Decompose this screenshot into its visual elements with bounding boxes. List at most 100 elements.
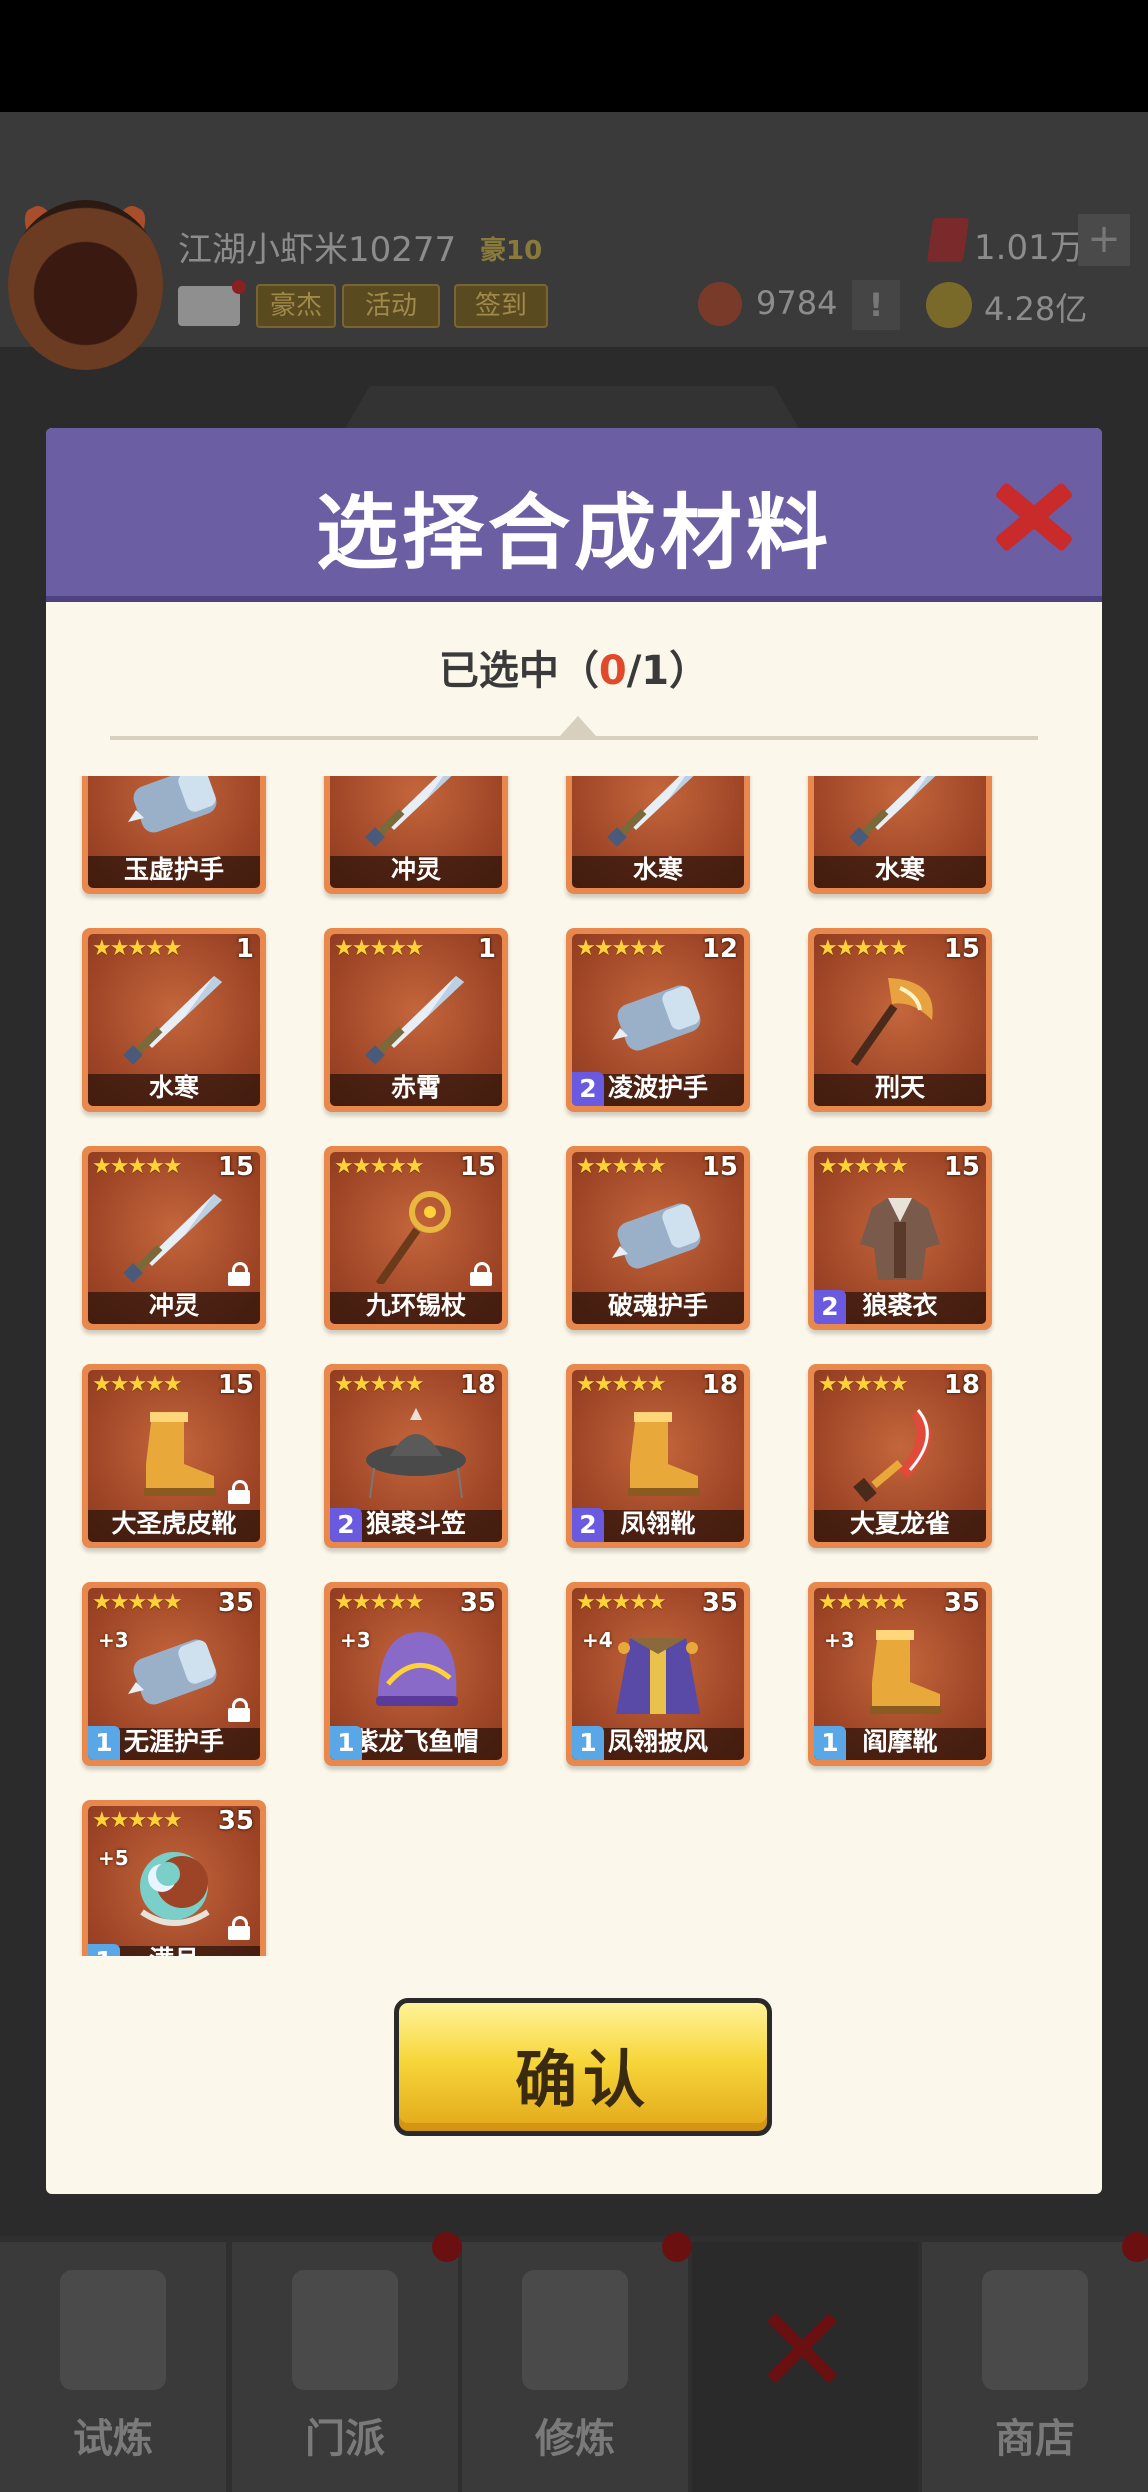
book-icon xyxy=(522,2270,628,2390)
add-diamond-button[interactable]: + xyxy=(1078,214,1130,266)
item-card[interactable]: ★★★★★ 1 赤霄 xyxy=(324,928,508,1112)
item-card-body: ★★★★★ 15 破魂护手 xyxy=(572,1152,744,1324)
item-card-body: 冲灵 xyxy=(330,776,502,888)
item-level: 18 xyxy=(701,1370,738,1400)
item-name: 水寒 xyxy=(148,1073,199,1102)
item-name: 水寒 xyxy=(632,855,683,884)
item-card-body: ★★★★★ 15 刑天 xyxy=(814,934,986,1106)
item-level: 35 xyxy=(217,1588,254,1618)
lock-icon xyxy=(470,1262,492,1286)
item-card[interactable]: ★★★★★ 15 大圣虎皮靴 xyxy=(82,1364,266,1548)
item-card-body: ★★★★★ 15 大圣虎皮靴 xyxy=(88,1370,260,1542)
gauntlet-icon xyxy=(606,970,710,1066)
alert-button[interactable]: ! xyxy=(852,280,900,330)
item-name: 刑天 xyxy=(874,1073,925,1102)
selection-suffix: /1） xyxy=(626,648,710,694)
item-card[interactable]: 水寒 xyxy=(566,776,750,894)
star-rating: ★★★★★ xyxy=(92,1808,183,1833)
divider xyxy=(110,736,1038,740)
lock-icon xyxy=(228,1916,250,1940)
star-rating: ★★★★★ xyxy=(334,1590,425,1615)
item-card[interactable]: 冲灵 xyxy=(324,776,508,894)
star-rating: ★★★★★ xyxy=(92,936,183,961)
lock-icon xyxy=(228,1262,250,1286)
item-card[interactable]: 水寒 xyxy=(808,776,992,894)
notification-dot xyxy=(662,2232,692,2262)
gauntlet-icon xyxy=(606,1188,710,1284)
item-card[interactable]: ★★★★★ 18 大夏龙雀 xyxy=(808,1364,992,1548)
item-name: 大圣虎皮靴 xyxy=(111,1509,237,1538)
item-card-body: 玉虚护手 xyxy=(88,776,260,888)
star-rating: ★★★★★ xyxy=(818,936,909,961)
star-rating: ★★★★★ xyxy=(92,1590,183,1615)
item-card[interactable]: ★★★★★35+5满月1 xyxy=(82,1800,266,1956)
diamond-value: 1.01万 xyxy=(974,228,1084,268)
item-card-body: ★★★★★ 35 +3 紫龙飞鱼帽 1 xyxy=(330,1588,502,1760)
star-rating: ★★★★★ xyxy=(576,936,667,961)
item-level: 18 xyxy=(459,1370,496,1400)
item-card[interactable]: ★★★★★ 35 +3 阎摩靴 1 xyxy=(808,1582,992,1766)
item-card[interactable]: ★★★★★ 12 凌波护手 2 xyxy=(566,928,750,1112)
close-button[interactable] xyxy=(986,470,1078,562)
enhance-level: +4 xyxy=(582,1628,613,1652)
selected-count: 0 xyxy=(598,648,627,694)
item-grid-scroll[interactable]: 玉虚护手 冲灵 水寒 水寒 ★★★★★ 1 水寒 ★★★★★ 1 赤霄 ★★★★★ 12 凌波护手 2 ★★… xyxy=(46,776,1102,1956)
item-card[interactable]: ★★★★★ 15 刑天 xyxy=(808,928,992,1112)
item-card[interactable]: ★★★★★ 18 凤翎靴 2 xyxy=(566,1364,750,1548)
sword-icon xyxy=(364,970,468,1066)
item-card[interactable]: ★★★★★ 35 +3 紫龙飞鱼帽 1 xyxy=(324,1582,508,1766)
token-icon xyxy=(698,282,742,326)
shop-icon xyxy=(982,2270,1088,2390)
sign-in-button[interactable]: 签到 xyxy=(454,284,548,328)
nav-tab-trial[interactable]: 试炼 xyxy=(0,2242,226,2492)
item-card-body: ★★★★★ 1 赤霄 xyxy=(330,934,502,1106)
item-card-body: ★★★★★ 35 +3 无涯护手 1 xyxy=(88,1588,260,1760)
item-level: 35 xyxy=(459,1588,496,1618)
star-rating: ★★★★★ xyxy=(334,936,425,961)
item-card[interactable]: ★★★★★ 35 +4 凤翎披风 1 xyxy=(566,1582,750,1766)
item-card-body: ★★★★★ 12 凌波护手 2 xyxy=(572,934,744,1106)
item-card[interactable]: 玉虚护手 xyxy=(82,776,266,894)
item-card-body: ★★★★★35+5满月1 xyxy=(88,1806,260,1956)
selection-counter: 已选中（0/1） xyxy=(46,638,1102,696)
item-card[interactable]: ★★★★★ 35 +3 无涯护手 1 xyxy=(82,1582,266,1766)
temple-icon xyxy=(292,2270,398,2390)
nav-tab-cultivate[interactable]: 修炼 xyxy=(462,2242,688,2492)
background-tab xyxy=(342,386,802,434)
item-card-body: ★★★★★ 18 凤翎靴 2 xyxy=(572,1370,744,1542)
item-count-badge: 2 xyxy=(330,1508,362,1542)
events-button[interactable]: 活动 xyxy=(342,284,440,328)
helmet-icon xyxy=(364,1624,468,1720)
item-level: 12 xyxy=(701,934,738,964)
nav-tab-sect[interactable]: 门派 xyxy=(232,2242,458,2492)
item-card-body: ★★★★★ 18 狼裘斗笠 2 xyxy=(330,1370,502,1542)
item-card[interactable]: ★★★★★ 1 水寒 xyxy=(82,928,266,1112)
coin-value: 4.28亿 xyxy=(984,290,1088,328)
confirm-button[interactable]: 确认 xyxy=(394,1998,772,2136)
sword-icon xyxy=(122,1188,226,1284)
sword-icon xyxy=(364,776,468,848)
heroes-button[interactable]: 豪杰 xyxy=(256,284,336,328)
nav-label: 商店 xyxy=(995,2416,1075,2462)
mail-icon[interactable] xyxy=(178,286,240,326)
item-card-body: 水寒 xyxy=(814,776,986,888)
item-card-body: ★★★★★ 35 +4 凤翎披风 1 xyxy=(572,1588,744,1760)
item-count-badge: 2 xyxy=(572,1072,604,1106)
item-card[interactable]: ★★★★★ 15 狼裘衣 2 xyxy=(808,1146,992,1330)
enhance-level: +3 xyxy=(824,1628,855,1652)
avatar[interactable] xyxy=(8,200,163,370)
item-card-body: ★★★★★ 15 冲灵 xyxy=(88,1152,260,1324)
item-level: 15 xyxy=(943,1152,980,1182)
lock-icon xyxy=(228,1480,250,1504)
sword-icon xyxy=(606,776,710,848)
item-name: 破魂护手 xyxy=(607,1291,708,1320)
selection-prefix: 已选中（ xyxy=(438,648,599,694)
item-card[interactable]: ★★★★★ 18 狼裘斗笠 2 xyxy=(324,1364,508,1548)
nav-tab-shop[interactable]: 商店 xyxy=(922,2242,1148,2492)
item-card[interactable]: ★★★★★ 15 九环锡杖 xyxy=(324,1146,508,1330)
item-card[interactable]: ★★★★★ 15 冲灵 xyxy=(82,1146,266,1330)
item-name: 大夏龙雀 xyxy=(849,1509,950,1538)
item-card[interactable]: ★★★★★ 15 破魂护手 xyxy=(566,1146,750,1330)
item-count-badge: 1 xyxy=(88,1944,120,1956)
item-card-body: ★★★★★ 18 大夏龙雀 xyxy=(814,1370,986,1542)
